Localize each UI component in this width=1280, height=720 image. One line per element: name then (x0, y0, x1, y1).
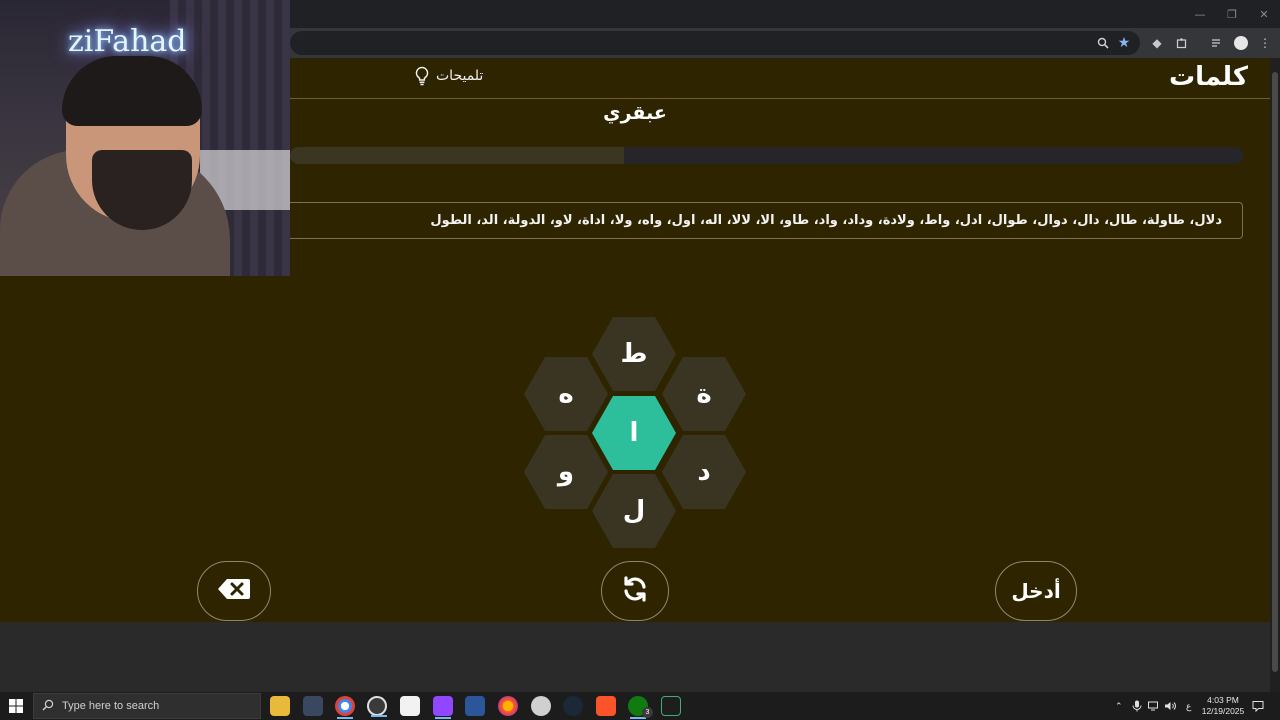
obs-icon[interactable] (367, 696, 387, 717)
microphone-icon[interactable] (1132, 692, 1142, 720)
notifications-icon[interactable] (1252, 692, 1264, 720)
word-icon[interactable] (465, 696, 485, 716)
file-explorer-icon[interactable] (270, 696, 290, 716)
taskbar-clock[interactable]: 4:03 PM 12/19/2025 (1200, 695, 1246, 717)
lightbulb-icon (414, 66, 430, 86)
refresh-icon (621, 575, 649, 607)
streamer-hair (62, 56, 202, 126)
header-divider (290, 98, 1270, 99)
input-language[interactable]: ع (1186, 692, 1191, 720)
media-queue-icon[interactable] (1207, 33, 1227, 53)
profile-avatar-icon[interactable] (1231, 33, 1251, 53)
page-bottom-area (0, 622, 1270, 692)
screen: — ❐ ✕ ★ ◆ ⋮ كلمات تلميحات عبقري دلال، طا… (0, 0, 1280, 720)
address-bar[interactable] (290, 31, 1140, 55)
restore-icon[interactable]: ❐ (1216, 0, 1248, 28)
webcam-overlay: ziFahad (0, 0, 290, 276)
zoom-icon[interactable] (1093, 33, 1113, 53)
rank-label: عبقري (603, 102, 667, 124)
minimize-icon[interactable]: — (1184, 0, 1216, 28)
clock-date: 12/19/2025 (1201, 706, 1245, 716)
windows-start-icon[interactable] (0, 692, 32, 720)
scrollbar-thumb[interactable] (1272, 72, 1278, 672)
browser-menu-icon[interactable]: ⋮ (1255, 33, 1275, 53)
found-words-list[interactable]: دلال، طاولة، طال، دال، دوال، طوال، ادل، … (282, 202, 1243, 239)
terminal-icon[interactable] (661, 696, 681, 716)
search-placeholder: Type here to search (62, 700, 160, 712)
taskbar-search[interactable]: Type here to search (33, 693, 261, 719)
found-words-text: دلال، طاولة، طال، دال، دوال، طوال، ادل، … (430, 213, 1222, 228)
app-icon-1[interactable] (303, 696, 323, 716)
progress-bar (290, 147, 1243, 164)
store-icon[interactable] (400, 696, 420, 716)
app-icon-2[interactable] (531, 696, 551, 716)
close-icon[interactable]: ✕ (1248, 0, 1280, 28)
bookmark-star-icon[interactable]: ★ (1114, 33, 1134, 53)
tray-chevron-icon[interactable]: ⌃ (1115, 692, 1123, 720)
clock-time: 4:03 PM (1207, 695, 1239, 705)
network-icon[interactable] (1148, 692, 1160, 720)
steam-icon[interactable] (563, 696, 583, 716)
progress-fill (290, 147, 624, 164)
firefox-icon[interactable] (498, 696, 518, 716)
shuffle-button[interactable] (601, 561, 669, 621)
xbox-badge: 3 (642, 707, 653, 718)
chrome-icon[interactable] (335, 696, 355, 719)
extension-diamond-icon[interactable]: ◆ (1147, 33, 1167, 53)
hints-label: تلميحات (436, 68, 484, 84)
game-logo: كلمات (1168, 62, 1248, 92)
search-icon (42, 699, 54, 714)
hints-button[interactable]: تلميحات (414, 66, 483, 86)
twitch-icon[interactable] (433, 696, 453, 719)
neon-channel-sign: ziFahad (68, 24, 187, 59)
volume-icon[interactable] (1164, 692, 1176, 720)
extensions-puzzle-icon[interactable] (1172, 33, 1192, 53)
backspace-icon (217, 578, 251, 604)
brave-icon[interactable] (596, 696, 616, 716)
delete-button[interactable] (197, 561, 271, 621)
enter-button[interactable]: أدخل (995, 561, 1077, 621)
